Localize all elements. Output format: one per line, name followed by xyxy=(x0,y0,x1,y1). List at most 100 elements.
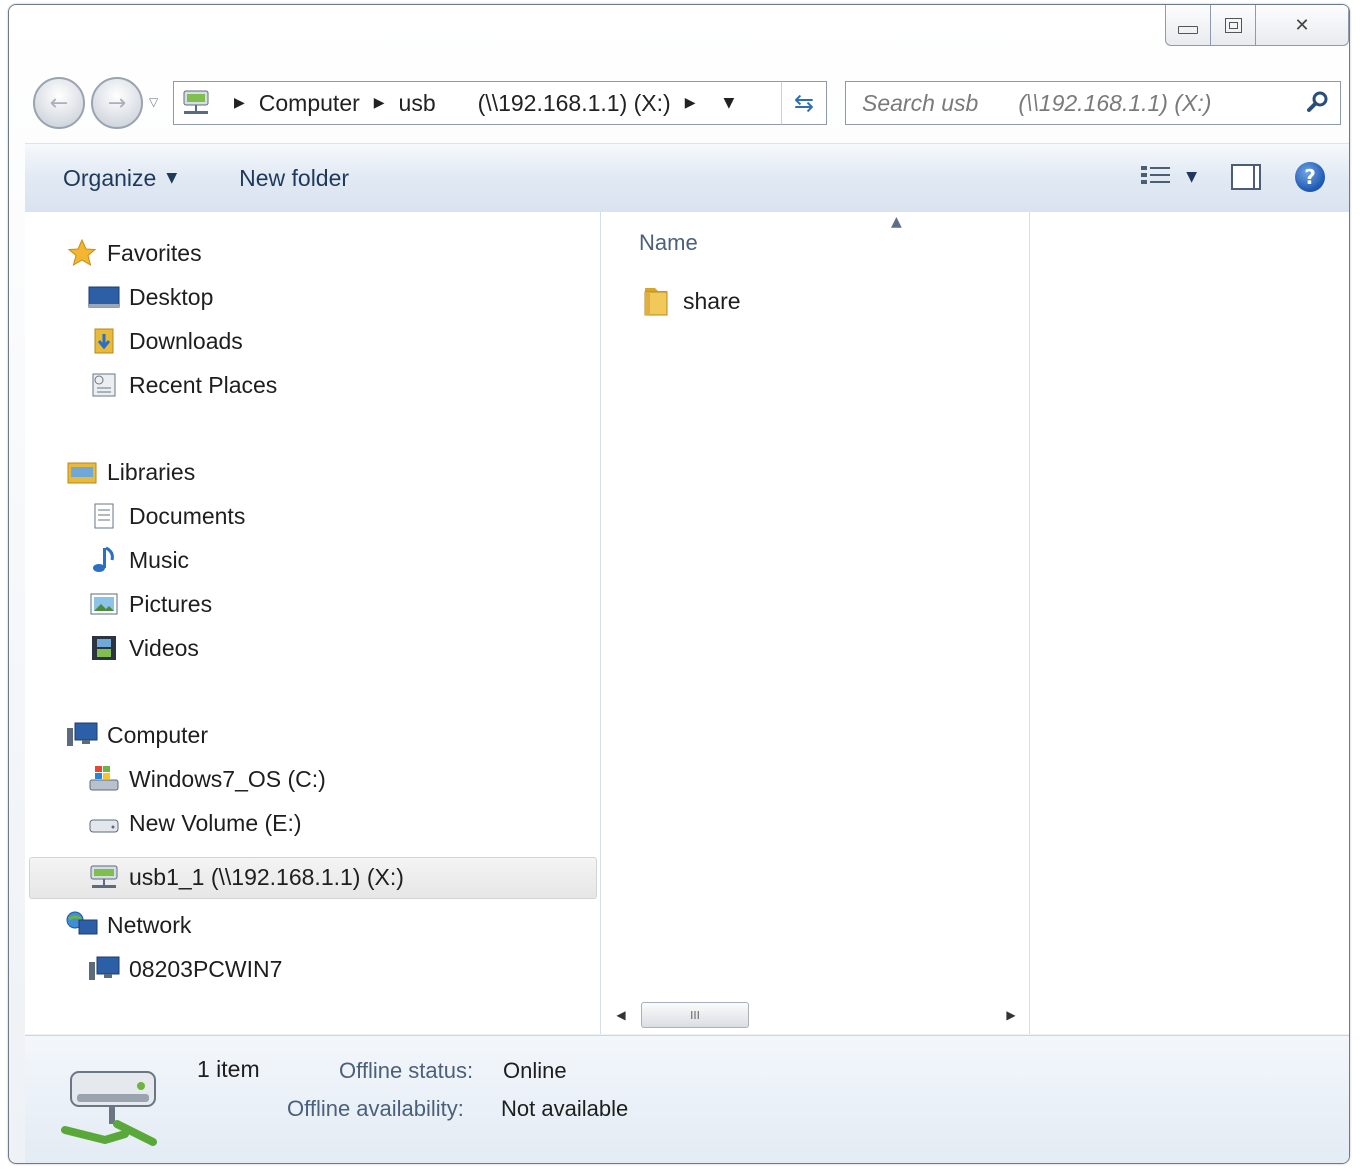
computer-icon xyxy=(89,956,120,980)
details-pane: 1 item Offline status: Online Offline av… xyxy=(25,1035,1349,1163)
nav-item-label: Videos xyxy=(129,634,199,661)
navigation-pane: Favorites Desktop Downloads Recent Place… xyxy=(25,212,601,1034)
file-list-pane: ▲ Name share ◀ III ▶ xyxy=(601,212,1030,1034)
nav-item-label: Pictures xyxy=(129,590,213,617)
nav-item-label: Documents xyxy=(129,502,246,529)
nav-item-label: Downloads xyxy=(129,327,243,354)
navigation-bar: ← → ▽ ▶ Computer ▶ usb (\\192.168.1.1) (… xyxy=(29,77,1349,131)
nav-group-label: Favorites xyxy=(107,239,202,266)
offline-availability-value: Not available xyxy=(501,1096,629,1121)
scroll-right-icon[interactable]: ▶ xyxy=(1001,1008,1021,1022)
nav-item-desktop[interactable]: Desktop xyxy=(87,282,213,312)
nav-item-pictures[interactable]: Pictures xyxy=(87,589,212,619)
breadcrumb-separator[interactable]: ▶ xyxy=(234,95,245,111)
address-bar[interactable]: ▶ Computer ▶ usb (\\192.168.1.1) (X:) ▶ … xyxy=(173,81,825,125)
explorer-window: ✕ ← → ▽ ▶ Computer ▶ usb (\\192.168.1.1)… xyxy=(8,4,1350,1164)
offline-status-label: Offline status: xyxy=(339,1058,474,1083)
nav-group-network[interactable]: Network xyxy=(65,910,191,940)
column-header-name[interactable]: Name xyxy=(639,230,698,256)
nav-group-label: Libraries xyxy=(107,458,196,485)
folder-icon xyxy=(644,288,668,316)
network-drive-icon xyxy=(90,865,118,888)
nav-group-label: Network xyxy=(107,911,192,938)
nav-item-new-volume[interactable]: New Volume (E:) xyxy=(87,808,302,838)
change-view-button[interactable]: ▼ xyxy=(1140,164,1197,190)
search-placeholder-location: (\\192.168.1.1) (X:) xyxy=(1018,89,1212,116)
back-button[interactable]: ← xyxy=(33,77,85,129)
nav-group-computer[interactable]: Computer xyxy=(65,720,208,750)
search-icon[interactable] xyxy=(1306,90,1330,114)
forward-button[interactable]: → xyxy=(91,77,143,129)
refresh-icon: ⇆ xyxy=(793,89,815,117)
nav-item-music[interactable]: Music xyxy=(87,545,189,575)
network-drive-large-icon xyxy=(61,1071,157,1146)
preview-pane-icon[interactable] xyxy=(1231,164,1261,190)
breadcrumb-usb[interactable]: usb xyxy=(399,90,436,117)
help-icon[interactable]: ? xyxy=(1295,162,1325,192)
nav-group-libraries[interactable]: Libraries xyxy=(65,457,195,487)
close-icon: ✕ xyxy=(1294,14,1310,36)
downloads-folder-icon xyxy=(94,328,114,354)
minimize-button[interactable] xyxy=(1165,5,1211,46)
nav-group-favorites[interactable]: Favorites xyxy=(65,238,202,268)
nav-item-videos[interactable]: Videos xyxy=(87,633,199,663)
system-drive-icon xyxy=(89,766,119,791)
command-bar: Organize ▼ New folder ▼ ? xyxy=(25,143,1349,213)
close-button[interactable]: ✕ xyxy=(1256,5,1349,46)
refresh-button[interactable]: ⇆ xyxy=(781,81,827,125)
minimize-icon xyxy=(1178,26,1198,34)
maximize-button[interactable] xyxy=(1211,5,1256,46)
network-drive-icon xyxy=(183,90,209,114)
breadcrumb-drive[interactable]: (\\192.168.1.1) (X:) xyxy=(478,90,671,117)
horizontal-scrollbar[interactable]: ◀ III ▶ xyxy=(611,998,1021,1032)
nav-item-label: Windows7_OS (C:) xyxy=(129,765,326,792)
item-count: 1 item xyxy=(197,1056,260,1082)
maximize-icon xyxy=(1224,17,1242,33)
documents-icon xyxy=(94,503,114,529)
star-icon xyxy=(67,238,97,267)
nav-item-label: New Volume (E:) xyxy=(129,809,302,836)
address-history-dropdown[interactable]: ▼ xyxy=(723,95,734,111)
videos-filmstrip-icon xyxy=(92,636,116,660)
forward-arrow-icon: → xyxy=(107,90,127,116)
recent-places-icon xyxy=(92,373,116,397)
nav-item-documents[interactable]: Documents xyxy=(87,501,245,531)
nav-item-label: Music xyxy=(129,546,190,573)
libraries-icon xyxy=(67,462,97,484)
nav-item-label: usb1_1 (\\192.168.1.1) (X:) xyxy=(129,863,404,890)
nav-item-label: Recent Places xyxy=(129,371,278,398)
breadcrumb-separator[interactable]: ▶ xyxy=(685,95,696,111)
search-input[interactable]: Search usb (\\192.168.1.1) (X:) xyxy=(845,81,1341,125)
desktop-icon xyxy=(88,286,120,308)
pictures-icon xyxy=(90,593,118,615)
hard-drive-icon xyxy=(89,819,119,833)
nav-item-windows7-os[interactable]: Windows7_OS (C:) xyxy=(87,764,326,794)
breadcrumb-separator[interactable]: ▶ xyxy=(374,95,385,111)
recent-pages-dropdown[interactable]: ▽ xyxy=(149,95,158,109)
nav-item-downloads[interactable]: Downloads xyxy=(87,326,243,356)
nav-item-recent-places[interactable]: Recent Places xyxy=(87,370,277,400)
breadcrumb-computer[interactable]: Computer xyxy=(259,90,360,117)
network-globe-icon xyxy=(66,911,98,935)
scroll-track[interactable]: III xyxy=(631,1002,1001,1028)
nav-group-label: Computer xyxy=(107,721,208,748)
offline-availability-label: Offline availability: xyxy=(287,1096,464,1121)
nav-item-label: Desktop xyxy=(129,283,214,310)
nav-item-label: 08203PCWIN7 xyxy=(129,955,283,982)
offline-status-value: Online xyxy=(503,1058,567,1083)
search-placeholder: Search usb xyxy=(862,89,979,116)
nav-item-08203pcwin7[interactable]: 08203PCWIN7 xyxy=(87,954,282,984)
caption-buttons: ✕ xyxy=(1165,5,1349,46)
nav-item-usb1-1[interactable]: usb1_1 (\\192.168.1.1) (X:) xyxy=(87,862,404,892)
back-arrow-icon: ← xyxy=(49,90,69,116)
organize-button[interactable]: Organize ▼ xyxy=(63,165,177,192)
list-item[interactable]: share xyxy=(639,284,741,318)
toolbar-right-group: ▼ ? xyxy=(1140,162,1325,192)
new-folder-button[interactable]: New folder xyxy=(239,165,349,192)
scroll-thumb[interactable]: III xyxy=(641,1002,749,1028)
preview-pane xyxy=(1030,212,1349,1034)
computer-icon xyxy=(67,722,98,746)
details-view-icon xyxy=(1141,166,1171,184)
file-name: share xyxy=(683,287,741,314)
scroll-left-icon[interactable]: ◀ xyxy=(611,1008,631,1022)
